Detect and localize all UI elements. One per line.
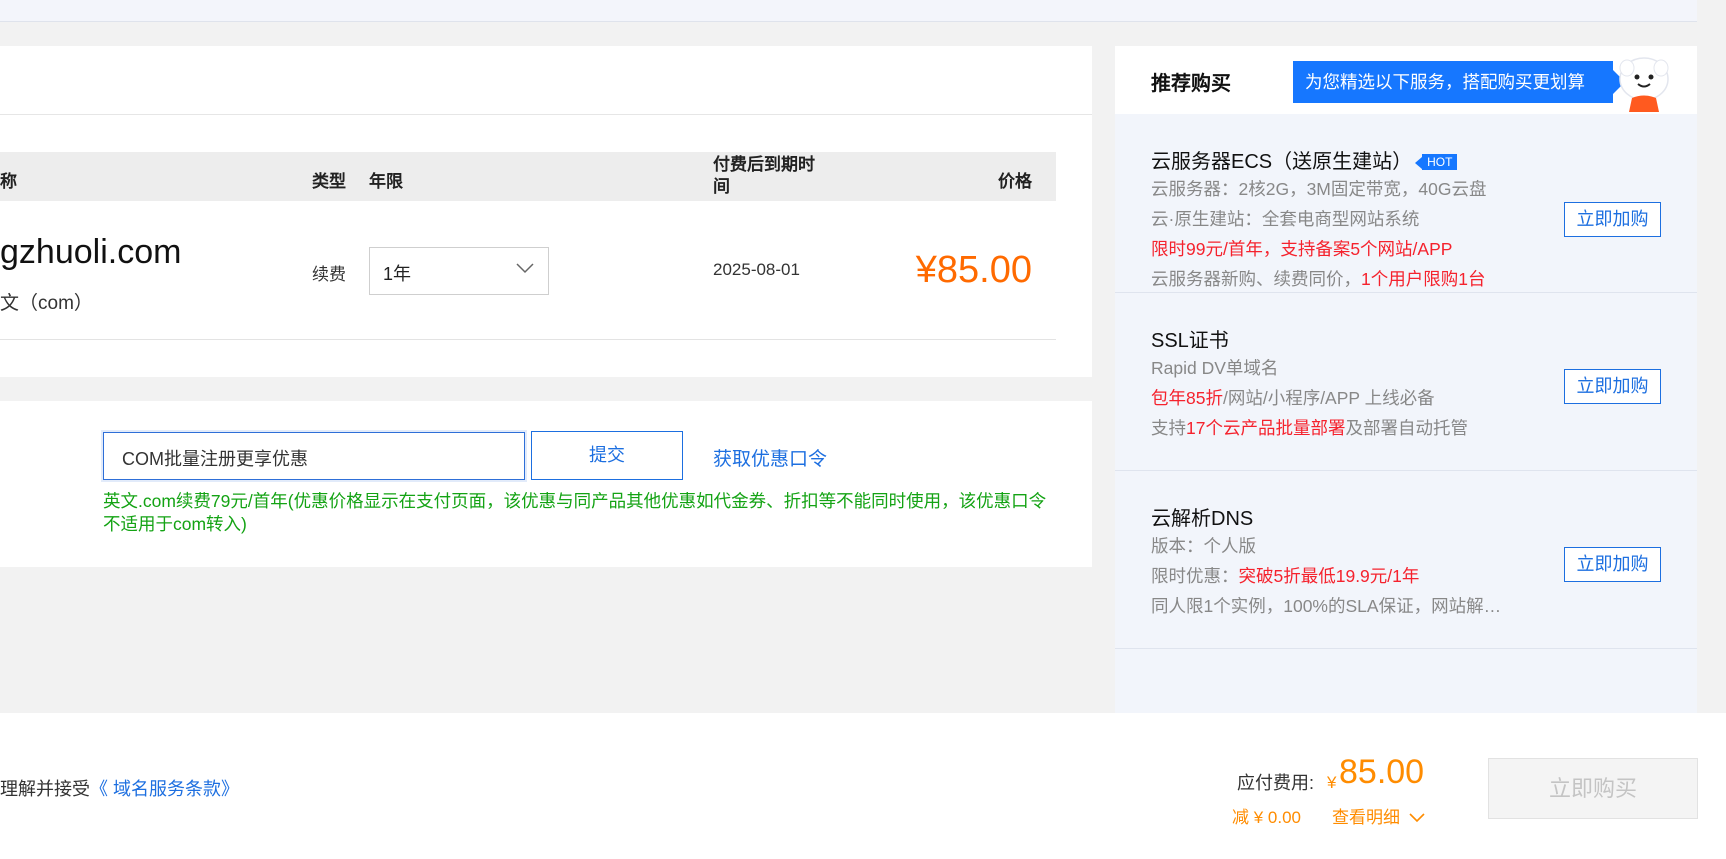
submit-coupon-button[interactable]: 提交	[531, 431, 683, 480]
header-years: 年限	[369, 172, 403, 191]
pay-label: 应付费用:	[1237, 773, 1315, 793]
domain-type: 文（com）	[0, 293, 93, 314]
recommend-banner: 为您精选以下服务，搭配购买更划算	[1293, 61, 1625, 103]
add-ssl-button[interactable]: 立即加购	[1564, 369, 1661, 404]
get-coupon-code-link[interactable]: 获取优惠口令	[713, 444, 827, 471]
header-price: 价格	[998, 172, 1032, 191]
years-select[interactable]: 1年	[369, 247, 549, 295]
coupon-note: 英文.com续费79元/首年(优惠价格显示在支付页面，该优惠与同产品其他优惠如代…	[103, 491, 1047, 534]
add-dns-button[interactable]: 立即加购	[1564, 547, 1661, 582]
recommend-item-ecs: 云服务器ECS（送原生建站） HOT 云服务器：2核2G，3M固定带宽，40G云盘…	[1115, 114, 1697, 293]
item-line: 限时99元/首年，支持备案5个网站/APP	[1151, 239, 1453, 259]
item-line: 云服务器新购、续费同价，1个用户限购1台	[1151, 269, 1486, 289]
expiry-date: 2025-08-01	[713, 260, 800, 279]
terms-link[interactable]: 《 域名服务条款》	[90, 779, 239, 799]
item-line: Rapid DV单域名	[1151, 358, 1279, 378]
years-selected-value: 1年	[383, 264, 412, 284]
recommend-item-dns: 云解析DNS 版本：个人版 限时优惠：突破5折最低19.9元/1年 同人限1个实…	[1115, 471, 1697, 649]
header-expiry: 付费后到期时间	[713, 155, 815, 196]
item-line: 云服务器：2核2G，3M固定带宽，40G云盘	[1151, 179, 1487, 199]
item-line: 限时优惠：突破5折最低19.9元/1年	[1151, 566, 1420, 586]
domain-name: gzhuoli.com	[0, 233, 182, 271]
table-header: 称 类型 年限 付费后到期时间 价格	[0, 152, 1056, 201]
currency-symbol: ¥	[1327, 773, 1337, 792]
checkout-bar: 理解并接受《 域名服务条款》 应付费用: ¥ 85.00 减 ¥ 0.00 查看…	[0, 713, 1726, 859]
row-price: ¥85.00	[915, 249, 1032, 291]
item-title: SSL证书	[1151, 330, 1229, 352]
recommend-title: 推荐购买	[1151, 73, 1231, 95]
row-divider	[0, 339, 1056, 340]
top-bar	[0, 0, 1697, 22]
recommend-sidebar: 推荐购买 为您精选以下服务，搭配购买更划算 云服务器ECS（送原生建站） HOT …	[1115, 46, 1697, 713]
header-type: 类型	[312, 172, 346, 191]
item-line: 云·原生建站：全套电商型网站系统	[1151, 209, 1420, 229]
mascot-icon	[1619, 57, 1669, 112]
item-title: 云解析DNS	[1151, 508, 1254, 530]
order-table-panel: 称 类型 年限 付费后到期时间 价格 gzhuoli.com 文（com） 续费…	[0, 46, 1092, 377]
divider	[0, 114, 1092, 115]
item-line: 同人限1个实例，100%的SLA保证，网站解…	[1151, 596, 1502, 616]
item-line: 包年85折/网站/小程序/APP 上线必备	[1151, 388, 1435, 408]
chevron-down-icon	[516, 263, 534, 274]
pay-amount: 85.00	[1339, 753, 1425, 791]
add-ecs-button[interactable]: 立即加购	[1564, 202, 1661, 237]
item-line: 版本：个人版	[1151, 536, 1256, 556]
row-type: 续费	[312, 265, 346, 284]
coupon-code-input[interactable]: COM批量注册更享优惠	[103, 432, 525, 480]
discount-amount: 减 ¥ 0.00	[1232, 808, 1301, 827]
hot-badge: HOT	[1415, 154, 1458, 170]
recommend-header: 推荐购买 为您精选以下服务，搭配购买更划算	[1115, 46, 1697, 114]
recommend-item-ssl: SSL证书 Rapid DV单域名 包年85折/网站/小程序/APP 上线必备 …	[1115, 293, 1697, 471]
coupon-panel: COM批量注册更享优惠 提交 获取优惠口令 英文.com续费79元/首年(优惠价…	[0, 401, 1092, 567]
terms-agreement: 理解并接受《 域名服务条款》	[0, 779, 240, 799]
buy-now-button[interactable]: 立即购买	[1488, 758, 1698, 819]
header-name: 称	[0, 172, 17, 191]
item-line: 支持17个云产品批量部署及部署自动托管	[1151, 418, 1468, 438]
view-detail-link[interactable]: 查看明细	[1332, 803, 1425, 828]
chevron-down-icon	[1409, 813, 1425, 823]
item-title: 云服务器ECS（送原生建站） HOT	[1151, 145, 1458, 174]
